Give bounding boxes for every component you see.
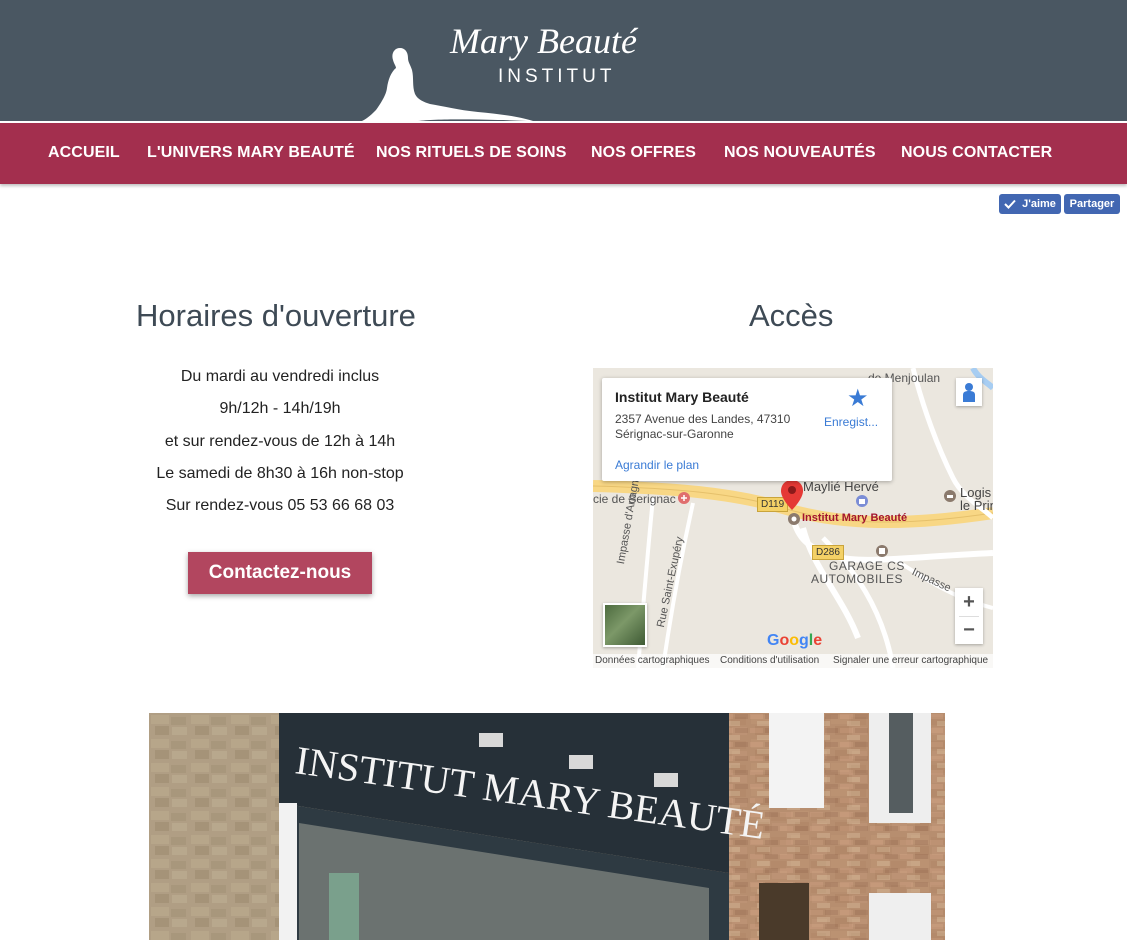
site-header: Mary Beauté INSTITUT <box>0 0 1127 121</box>
logo-subtitle: INSTITUT <box>498 66 616 87</box>
address-line-2: Sérignac-sur-Garonne <box>615 427 734 441</box>
road-tag-d286: D286 <box>812 545 844 560</box>
google-map[interactable]: de Menjoulan cie de Serignac Maylié Herv… <box>593 368 993 668</box>
map-label-garage-1: GARAGE CS <box>829 559 905 573</box>
map-label-institut[interactable]: Institut Mary Beauté <box>802 512 907 524</box>
zoom-controls: + − <box>955 588 983 644</box>
save-place-link[interactable]: Enregist... <box>824 415 878 429</box>
logo-title[interactable]: Mary Beauté <box>450 20 637 62</box>
google-letter: o <box>789 632 800 649</box>
garage-icon <box>876 545 888 557</box>
map-data-link[interactable]: Données cartographiques <box>595 655 710 666</box>
nav-item-offres[interactable]: NOS OFFRES <box>591 144 696 162</box>
map-label-garage-2: AUTOMOBILES <box>811 572 903 586</box>
map-report-error-link[interactable]: Signaler une erreur cartographique <box>833 655 988 666</box>
google-letter: G <box>767 632 780 649</box>
map-place-name: Institut Mary Beauté <box>615 389 749 405</box>
nav-item-univers[interactable]: L'UNIVERS MARY BEAUTÉ <box>147 144 355 162</box>
facebook-share-button[interactable]: Partager <box>1064 194 1120 214</box>
facebook-share-label: Partager <box>1069 198 1115 210</box>
star-icon[interactable]: ★ <box>847 384 869 413</box>
map-footer: Données cartographiques Conditions d'uti… <box>593 654 993 668</box>
shop-icon <box>856 495 868 507</box>
beauty-salon-icon <box>788 513 800 525</box>
hotel-icon <box>944 490 956 502</box>
storefront-illustration: INSTITUT MARY BEAUTÉ <box>149 713 945 940</box>
hours-line: 9h/12h - 14h/19h <box>219 400 341 417</box>
checkmark-icon <box>1004 199 1016 209</box>
google-letter: o <box>779 632 790 649</box>
zoom-in-button[interactable]: + <box>955 588 983 616</box>
map-label-le-prin: le Prin <box>960 498 993 513</box>
nav-item-contact[interactable]: NOUS CONTACTER <box>901 144 1052 162</box>
facebook-like-button[interactable]: J'aime <box>999 194 1061 214</box>
hours-heading: Horaires d'ouverture <box>136 298 416 333</box>
pegman-icon[interactable] <box>956 378 982 406</box>
map-label-maylie: Maylié Hervé <box>803 479 879 494</box>
access-heading: Accès <box>749 298 834 333</box>
hours-line: et sur rendez-vous de 12h à 14h <box>164 433 396 450</box>
facebook-like-label: J'aime <box>1022 198 1056 210</box>
nav-item-rituels[interactable]: NOS RITUELS DE SOINS <box>376 144 566 162</box>
satellite-view-thumbnail[interactable] <box>603 603 647 647</box>
storefront-photo: INSTITUT MARY BEAUTÉ <box>149 713 945 940</box>
contact-button[interactable]: Contactez-nous <box>188 552 372 594</box>
hours-line: Du mardi au vendredi inclus <box>180 368 380 385</box>
main-nav: ACCUEIL L'UNIVERS MARY BEAUTÉ NOS RITUEL… <box>0 123 1127 184</box>
nav-item-nouveautes[interactable]: NOS NOUVEAUTÉS <box>724 144 876 162</box>
map-marker-icon[interactable] <box>781 480 803 514</box>
map-terms-link[interactable]: Conditions d'utilisation <box>720 655 819 666</box>
phone-line: Sur rendez-vous 05 53 66 68 03 <box>165 497 395 514</box>
address-line-1: 2357 Avenue des Landes, 47310 <box>615 412 791 426</box>
nav-item-accueil[interactable]: ACCUEIL <box>48 144 120 162</box>
google-letter: e <box>813 632 823 649</box>
map-place-address: 2357 Avenue des Landes, 47310 Sérignac-s… <box>615 412 790 442</box>
hours-line: Le samedi de 8h30 à 16h non-stop <box>156 465 404 482</box>
map-place-card: Institut Mary Beauté 2357 Avenue des Lan… <box>602 378 892 481</box>
pharmacy-icon <box>678 492 690 504</box>
zoom-out-button[interactable]: − <box>955 616 983 644</box>
google-letter: g <box>799 632 809 649</box>
google-logo[interactable]: Google <box>767 632 822 650</box>
enlarge-map-link[interactable]: Agrandir le plan <box>615 458 699 472</box>
